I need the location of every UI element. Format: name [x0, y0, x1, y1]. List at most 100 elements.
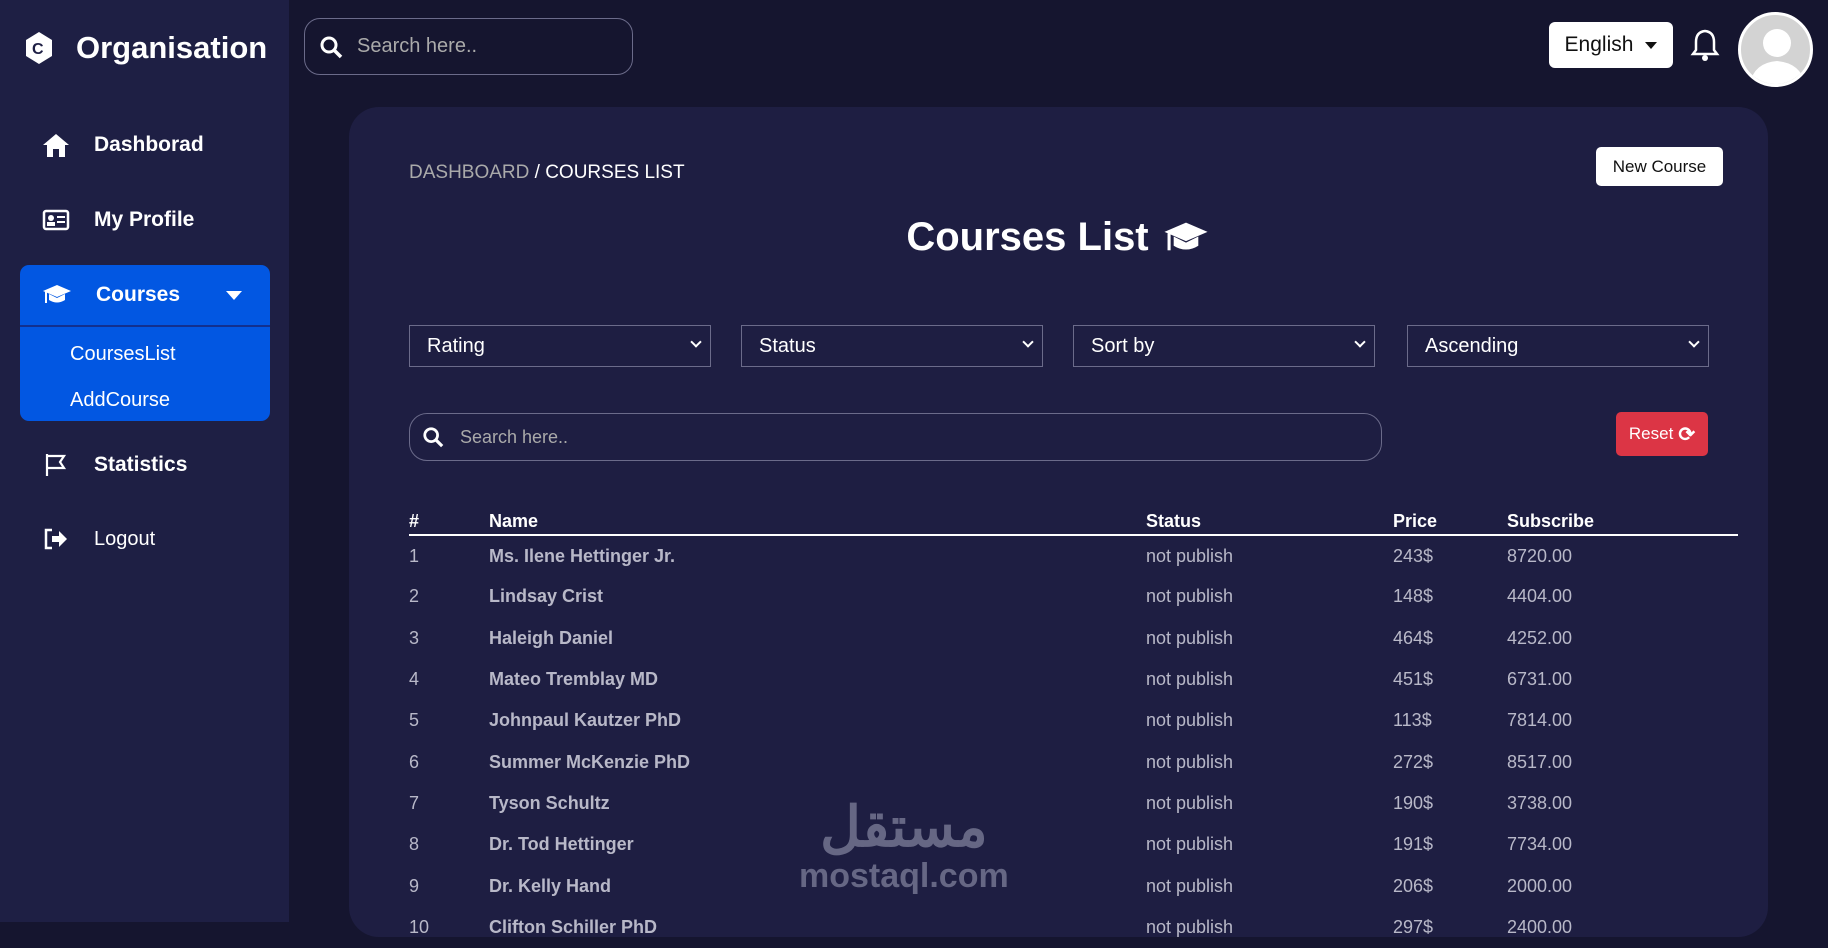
course-price: 243$ — [1393, 545, 1434, 566]
row-index: 4 — [409, 669, 420, 690]
course-name: Clifton Schiller PhD — [489, 916, 658, 937]
sidebar-item-label: My Profile — [94, 208, 195, 231]
sidebar-item-courses[interactable]: Courses — [20, 265, 270, 327]
sidebar-courses-group: Courses CoursesList AddCourse — [20, 265, 270, 421]
sidebar-item-my-profile[interactable]: My Profile — [42, 207, 194, 233]
row-index: 7 — [409, 792, 420, 813]
top-search-input[interactable]: Search here.. — [304, 18, 633, 75]
course-subscribe: 4252.00 — [1507, 627, 1573, 648]
course-subscribe: 3738.00 — [1507, 792, 1573, 813]
graduation-cap-icon — [1164, 222, 1208, 250]
sidebar-subitem-add-course[interactable]: AddCourse — [20, 377, 270, 423]
svg-text:C: C — [32, 41, 44, 58]
col-subscribe[interactable]: Subscribe — [1507, 505, 1738, 536]
select-value: Rating — [427, 334, 485, 357]
search-icon — [423, 427, 444, 448]
sidebar-subitem-courses-list[interactable]: CoursesList — [20, 331, 270, 377]
course-status: not publish — [1146, 545, 1234, 566]
course-status: not publish — [1146, 586, 1234, 607]
table-row[interactable]: 9 Dr. Kelly Hand not publish 206$ 2000.00 — [409, 865, 1738, 906]
brand-name: Organisation — [76, 30, 268, 65]
rating-select[interactable]: Rating — [409, 325, 711, 367]
row-index: 8 — [409, 834, 420, 855]
language-label: English — [1564, 33, 1634, 56]
row-index: 2 — [409, 586, 420, 607]
watermark: مستقل mostaql.com — [799, 797, 1009, 896]
table-row[interactable]: 4 Mateo Tremblay MD not publish 451$ 6731.00 — [409, 659, 1738, 700]
user-avatar[interactable] — [1738, 12, 1813, 87]
caret-down-icon — [1645, 41, 1658, 49]
course-status: not publish — [1146, 834, 1234, 855]
order-select[interactable]: Ascending — [1407, 325, 1709, 367]
select-value: Ascending — [1425, 334, 1519, 357]
notification-bell-icon[interactable] — [1690, 28, 1720, 67]
select-value: Status — [759, 334, 816, 357]
course-price: 272$ — [1393, 751, 1434, 772]
refresh-icon: ⟳ — [1678, 423, 1696, 446]
chevron-down-icon — [1354, 336, 1366, 348]
sort-by-select[interactable]: Sort by — [1073, 325, 1375, 367]
table-row[interactable]: 5 Johnpaul Kautzer PhD not publish 113$ 7814… — [409, 700, 1738, 741]
course-price: 191$ — [1393, 834, 1434, 855]
course-price: 451$ — [1393, 669, 1434, 690]
sidebar-item-label: Courses — [96, 283, 181, 306]
page-title-text: Courses List — [906, 215, 1149, 259]
sidebar-item-logout[interactable]: Logout — [42, 526, 155, 552]
col-name[interactable]: Name — [489, 505, 1146, 536]
col-price[interactable]: Price — [1393, 505, 1507, 536]
search-placeholder: Search here.. — [357, 35, 478, 57]
search-placeholder: Search here.. — [460, 426, 569, 447]
breadcrumb-dashboard[interactable]: DASHBOARD — [409, 162, 529, 183]
course-status: not publish — [1146, 916, 1234, 937]
courses-table: # Name Status Price Subscribe 1 Ms. Ilene… — [409, 505, 1738, 948]
table-row[interactable]: 10 Clifton Schiller PhD not publish 297$ 240… — [409, 907, 1738, 948]
course-name: Summer McKenzie PhD — [489, 751, 691, 772]
chevron-down-icon — [690, 336, 702, 348]
watermark-arabic: مستقل — [820, 795, 988, 858]
breadcrumb-current: COURSES LIST — [545, 162, 685, 183]
course-price: 113$ — [1393, 710, 1432, 731]
course-name: Lindsay Crist — [489, 586, 604, 607]
course-status: not publish — [1146, 792, 1234, 813]
sidebar-item-label: Dashborad — [94, 133, 204, 156]
caret-down-icon — [226, 290, 242, 300]
reset-button[interactable]: Reset ⟳ — [1616, 412, 1708, 456]
graduation-cap-icon — [43, 285, 71, 303]
table-row[interactable]: 1 Ms. Ilene Hettinger Jr. not publish 243$ 8… — [409, 535, 1738, 576]
row-index: 3 — [409, 627, 420, 648]
col-status[interactable]: Status — [1146, 505, 1393, 536]
status-select[interactable]: Status — [741, 325, 1043, 367]
course-price: 206$ — [1393, 875, 1434, 896]
table-row[interactable]: 2 Lindsay Crist not publish 148$ 4404.00 — [409, 576, 1738, 617]
sidebar-item-dashboard[interactable]: Dashborad — [42, 132, 204, 158]
course-search-input[interactable]: Search here.. — [409, 413, 1382, 461]
course-name: Ms. Ilene Hettinger Jr. — [489, 545, 676, 566]
chevron-down-icon — [1688, 336, 1700, 348]
new-course-button[interactable]: New Course — [1596, 147, 1723, 186]
sidebar-item-label: Logout — [94, 527, 156, 550]
row-index: 6 — [409, 751, 420, 772]
row-index: 10 — [409, 916, 430, 937]
sidebar-item-statistics[interactable]: Statistics — [42, 452, 187, 478]
table-row[interactable]: 6 Summer McKenzie PhD not publish 272$ 8517.… — [409, 741, 1738, 782]
course-name: Johnpaul Kautzer PhD — [489, 710, 682, 731]
select-value: Sort by — [1091, 334, 1155, 357]
course-status: not publish — [1146, 627, 1234, 648]
page-title: Courses List — [349, 215, 1768, 260]
row-index: 5 — [409, 710, 420, 731]
courses-card: DASHBOARD / COURSES LIST New Course Cour… — [349, 107, 1768, 937]
language-dropdown[interactable]: English — [1549, 22, 1673, 68]
course-subscribe: 2400.00 — [1507, 916, 1573, 937]
table-row[interactable]: 7 Tyson Schultz not publish 190$ 3738.00 — [409, 783, 1738, 824]
row-index: 9 — [409, 875, 420, 896]
course-name: Haleigh Daniel — [489, 627, 614, 648]
col-index[interactable]: # — [409, 505, 489, 536]
table-row[interactable]: 3 Haleigh Daniel not publish 464$ 4252.00 — [409, 618, 1738, 659]
brand[interactable]: C Organisation — [24, 30, 267, 66]
watermark-latin: mostaql.com — [799, 857, 1009, 895]
sidebar-item-label: Statistics — [94, 453, 188, 476]
chevron-down-icon — [1022, 336, 1034, 348]
table-row[interactable]: 8 Dr. Tod Hettinger not publish 191$ 7734.00 — [409, 824, 1738, 865]
course-price: 464$ — [1393, 627, 1434, 648]
flag-icon — [45, 454, 67, 476]
